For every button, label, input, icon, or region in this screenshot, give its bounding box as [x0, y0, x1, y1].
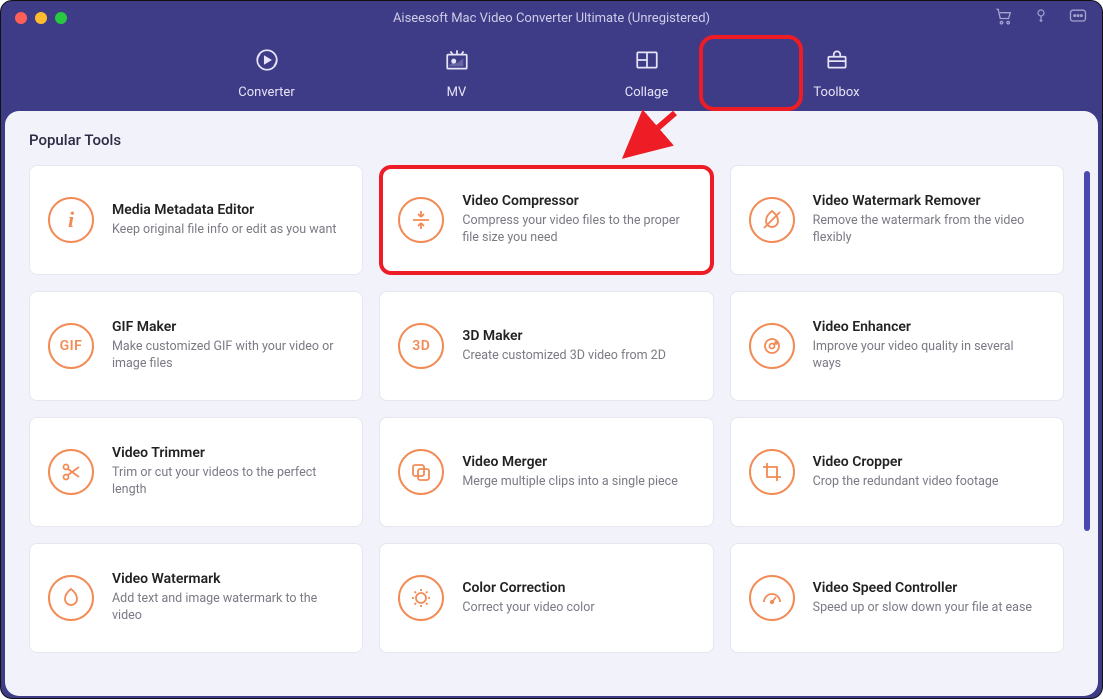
- card-desc: Compress your video files to the proper …: [462, 213, 694, 247]
- maximize-window-button[interactable]: [55, 12, 67, 24]
- tool-video-watermark[interactable]: Video Watermark Add text and image water…: [29, 543, 363, 653]
- card-body: Video Speed Controller Speed up or slow …: [813, 580, 1032, 617]
- nav-label: Collage: [625, 85, 668, 100]
- card-desc: Create customized 3D video from 2D: [462, 348, 666, 365]
- mv-icon: [444, 47, 470, 77]
- tool-video-speed-controller[interactable]: Video Speed Controller Speed up or slow …: [730, 543, 1064, 653]
- card-body: Video Merger Merge multiple clips into a…: [462, 454, 678, 491]
- card-title: Video Compressor: [462, 193, 694, 209]
- card-body: Video Trimmer Trim or cut your videos to…: [112, 445, 344, 499]
- tools-grid: i Media Metadata Editor Keep original fi…: [29, 165, 1074, 653]
- scrollbar-thumb[interactable]: [1084, 171, 1090, 531]
- nav-collage[interactable]: Collage: [607, 47, 687, 100]
- card-desc: Remove the watermark from the video flex…: [813, 213, 1045, 247]
- card-body: 3D Maker Create customized 3D video from…: [462, 328, 666, 365]
- key-icon[interactable]: [1032, 7, 1050, 29]
- card-desc: Improve your video quality in several wa…: [813, 339, 1045, 373]
- card-desc: Keep original file info or edit as you w…: [112, 222, 336, 239]
- color-icon: [398, 575, 444, 621]
- card-desc: Make customized GIF with your video or i…: [112, 339, 344, 373]
- card-body: Media Metadata Editor Keep original file…: [112, 202, 336, 239]
- enhancer-icon: [749, 323, 795, 369]
- info-icon: i: [48, 197, 94, 243]
- top-nav: Converter MV Collage Toolbox: [1, 35, 1102, 111]
- card-body: Color Correction Correct your video colo…: [462, 580, 594, 617]
- card-title: Video Trimmer: [112, 445, 344, 461]
- close-window-button[interactable]: [15, 12, 27, 24]
- section-title: Popular Tools: [29, 131, 1074, 149]
- crop-icon: [749, 449, 795, 495]
- tool-media-metadata-editor[interactable]: i Media Metadata Editor Keep original fi…: [29, 165, 363, 275]
- card-desc: Correct your video color: [462, 600, 594, 617]
- nav-label: Toolbox: [813, 85, 859, 100]
- nav-label: Converter: [238, 85, 294, 100]
- window-controls: [15, 12, 67, 24]
- app-window: Aiseesoft Mac Video Converter Ultimate (…: [0, 0, 1103, 699]
- annotation-nav-highlight: [699, 35, 803, 111]
- tool-video-cropper[interactable]: Video Cropper Crop the redundant video f…: [730, 417, 1064, 527]
- nav-converter[interactable]: Converter: [227, 47, 307, 100]
- card-title: 3D Maker: [462, 328, 666, 344]
- card-desc: Add text and image watermark to the vide…: [112, 591, 344, 625]
- card-desc: Merge multiple clips into a single piece: [462, 474, 678, 491]
- tool-video-compressor[interactable]: Video Compressor Compress your video fil…: [379, 165, 713, 275]
- tool-3d-maker[interactable]: 3D 3D Maker Create customized 3D video f…: [379, 291, 713, 401]
- card-body: Video Watermark Remover Remove the water…: [813, 193, 1045, 247]
- collage-icon: [634, 47, 660, 77]
- card-body: Video Compressor Compress your video fil…: [462, 193, 694, 247]
- card-title: Color Correction: [462, 580, 594, 596]
- speed-icon: [749, 575, 795, 621]
- scrollbar[interactable]: [1084, 171, 1090, 678]
- tool-video-merger[interactable]: Video Merger Merge multiple clips into a…: [379, 417, 713, 527]
- nav-toolbox[interactable]: Toolbox: [797, 47, 877, 100]
- compress-icon: [398, 197, 444, 243]
- card-desc: Trim or cut your videos to the perfect l…: [112, 465, 344, 499]
- title-bar: Aiseesoft Mac Video Converter Ultimate (…: [1, 1, 1102, 35]
- converter-icon: [254, 47, 280, 77]
- card-body: Video Cropper Crop the redundant video f…: [813, 454, 999, 491]
- tool-gif-maker[interactable]: GIF GIF Maker Make customized GIF with y…: [29, 291, 363, 401]
- content-panel: Popular Tools i Media Metadata Editor Ke…: [5, 111, 1098, 696]
- card-title: Video Cropper: [813, 454, 999, 470]
- nav-label: MV: [447, 85, 467, 100]
- card-title: Video Watermark: [112, 571, 344, 587]
- minimize-window-button[interactable]: [35, 12, 47, 24]
- 3d-icon: 3D: [398, 323, 444, 369]
- card-title: Video Watermark Remover: [813, 193, 1045, 209]
- merger-icon: [398, 449, 444, 495]
- tool-video-enhancer[interactable]: Video Enhancer Improve your video qualit…: [730, 291, 1064, 401]
- nav-mv[interactable]: MV: [417, 47, 497, 100]
- card-title: GIF Maker: [112, 319, 344, 335]
- tool-video-trimmer[interactable]: Video Trimmer Trim or cut your videos to…: [29, 417, 363, 527]
- feedback-icon[interactable]: [1068, 6, 1088, 30]
- watermark-remove-icon: [749, 197, 795, 243]
- card-body: GIF Maker Make customized GIF with your …: [112, 319, 344, 373]
- toolbox-icon: [824, 47, 850, 77]
- cart-icon[interactable]: [994, 6, 1014, 30]
- card-title: Video Speed Controller: [813, 580, 1032, 596]
- gif-icon: GIF: [48, 323, 94, 369]
- scissors-icon: [48, 449, 94, 495]
- app-title: Aiseesoft Mac Video Converter Ultimate (…: [1, 11, 1102, 26]
- tool-video-watermark-remover[interactable]: Video Watermark Remover Remove the water…: [730, 165, 1064, 275]
- card-title: Media Metadata Editor: [112, 202, 336, 218]
- tool-color-correction[interactable]: Color Correction Correct your video colo…: [379, 543, 713, 653]
- card-title: Video Merger: [462, 454, 678, 470]
- card-desc: Speed up or slow down your file at ease: [813, 600, 1032, 617]
- title-actions: [994, 6, 1088, 30]
- card-body: Video Watermark Add text and image water…: [112, 571, 344, 625]
- watermark-icon: [48, 575, 94, 621]
- card-desc: Crop the redundant video footage: [813, 474, 999, 491]
- card-body: Video Enhancer Improve your video qualit…: [813, 319, 1045, 373]
- card-title: Video Enhancer: [813, 319, 1045, 335]
